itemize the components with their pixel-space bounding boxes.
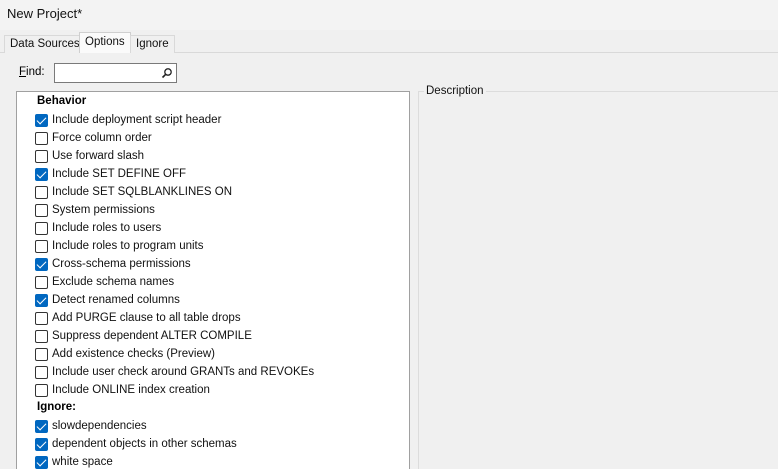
- tab-data-sources[interactable]: Data Sources: [4, 35, 86, 53]
- description-label: Description: [424, 85, 486, 97]
- option-row[interactable]: Include ONLINE index creation: [35, 382, 210, 398]
- option-row[interactable]: slowdependencies: [35, 418, 147, 434]
- option-row[interactable]: Include user check around GRANTs and REV…: [35, 364, 314, 380]
- option-row[interactable]: Add existence checks (Preview): [35, 346, 215, 362]
- option-label[interactable]: Include SET DEFINE OFF: [52, 168, 186, 180]
- checkbox-checked[interactable]: [35, 113, 48, 127]
- tab-strip: Data Sources Options Ignore: [0, 32, 778, 53]
- checkbox-checked[interactable]: [35, 419, 48, 433]
- option-label[interactable]: Include roles to users: [52, 222, 161, 234]
- checkbox-checked[interactable]: [35, 167, 48, 181]
- options-list: Behavior Include deployment script header…: [16, 91, 410, 469]
- window-title: New Project*: [7, 6, 83, 21]
- description-panel: [418, 91, 778, 469]
- option-label[interactable]: Include SET SQLBLANKLINES ON: [52, 186, 232, 198]
- checkbox-checked[interactable]: [35, 293, 48, 307]
- checkbox[interactable]: [35, 221, 48, 235]
- option-label[interactable]: dependent objects in other schemas: [52, 438, 237, 450]
- option-row[interactable]: Include roles to users: [35, 220, 161, 236]
- find-input[interactable]: [57, 65, 161, 81]
- checkbox-checked[interactable]: [35, 437, 48, 451]
- option-label[interactable]: Exclude schema names: [52, 276, 174, 288]
- checkbox[interactable]: [35, 149, 48, 163]
- checkbox[interactable]: [35, 275, 48, 289]
- option-row[interactable]: Exclude schema names: [35, 274, 174, 290]
- option-row[interactable]: dependent objects in other schemas: [35, 436, 237, 452]
- option-row[interactable]: white space: [35, 454, 113, 469]
- tab-ignore[interactable]: Ignore: [130, 35, 175, 53]
- option-label[interactable]: Include roles to program units: [52, 240, 204, 252]
- option-row[interactable]: System permissions: [35, 202, 155, 218]
- checkbox[interactable]: [35, 365, 48, 379]
- checkbox[interactable]: [35, 329, 48, 343]
- option-label[interactable]: Include ONLINE index creation: [52, 384, 210, 396]
- checkbox[interactable]: [35, 311, 48, 325]
- checkbox-checked[interactable]: [35, 455, 48, 469]
- option-row[interactable]: Include SET DEFINE OFF: [35, 166, 186, 182]
- option-label[interactable]: Detect renamed columns: [52, 294, 180, 306]
- group-header: Behavior: [37, 95, 87, 107]
- group-header: Ignore:: [37, 401, 76, 413]
- option-label[interactable]: Include user check around GRANTs and REV…: [52, 366, 314, 378]
- checkbox-checked[interactable]: [35, 257, 48, 271]
- find-label-accelerator: F: [19, 66, 27, 78]
- checkbox[interactable]: [35, 203, 48, 217]
- option-row[interactable]: Include deployment script header: [35, 112, 221, 128]
- option-row[interactable]: Cross-schema permissions: [35, 256, 191, 272]
- option-row[interactable]: Include roles to program units: [35, 238, 204, 254]
- checkbox[interactable]: [35, 131, 48, 145]
- find-label: Find:: [19, 66, 45, 78]
- find-label-text: ind:: [26, 66, 45, 78]
- title-bar: New Project*: [0, 0, 778, 30]
- option-label[interactable]: Add PURGE clause to all table drops: [52, 312, 241, 324]
- option-row[interactable]: Detect renamed columns: [35, 292, 180, 308]
- checkbox[interactable]: [35, 347, 48, 361]
- checkbox[interactable]: [35, 383, 48, 397]
- checkbox[interactable]: [35, 239, 48, 253]
- option-row[interactable]: Add PURGE clause to all table drops: [35, 310, 241, 326]
- option-row[interactable]: Use forward slash: [35, 148, 144, 164]
- search-icon[interactable]: [161, 67, 173, 79]
- option-row[interactable]: Force column order: [35, 130, 152, 146]
- option-label[interactable]: white space: [52, 456, 113, 468]
- tab-options[interactable]: Options: [79, 32, 131, 53]
- option-label[interactable]: slowdependencies: [52, 420, 147, 432]
- option-row[interactable]: Include SET SQLBLANKLINES ON: [35, 184, 232, 200]
- option-label[interactable]: Cross-schema permissions: [52, 258, 191, 270]
- option-label[interactable]: Force column order: [52, 132, 152, 144]
- option-label[interactable]: Include deployment script header: [52, 114, 221, 126]
- checkbox[interactable]: [35, 185, 48, 199]
- option-label[interactable]: Add existence checks (Preview): [52, 348, 215, 360]
- option-label[interactable]: Suppress dependent ALTER COMPILE: [52, 330, 252, 342]
- option-label[interactable]: System permissions: [52, 204, 155, 216]
- option-label[interactable]: Use forward slash: [52, 150, 144, 162]
- find-field[interactable]: [54, 63, 177, 83]
- option-row[interactable]: Suppress dependent ALTER COMPILE: [35, 328, 252, 344]
